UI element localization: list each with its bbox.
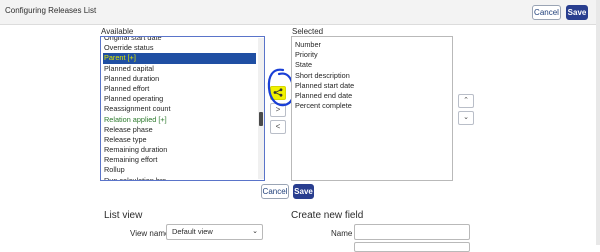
chevron-right-icon: > [275,105,281,114]
available-list-item[interactable]: Release phase [103,125,256,135]
chevron-down-icon: ⌄ [463,114,469,121]
move-up-button[interactable]: ⌃ [458,94,474,108]
available-scroll-thumb[interactable] [259,112,263,126]
page-header: Configuring Releases List Cancel Save [0,0,596,25]
selected-list-item[interactable]: Planned end date [294,91,447,101]
hierarchy-icon [273,88,283,97]
available-list-item[interactable]: Release type [103,135,256,145]
available-list-item[interactable]: Remaining effort [103,155,256,165]
available-list-item[interactable]: Override status [103,43,256,53]
selected-label: Selected [292,27,324,36]
available-list-item[interactable]: Reassignment count [103,104,256,114]
selected-list-item[interactable]: State [294,60,447,70]
save-button[interactable]: Save [293,184,314,199]
available-list-item[interactable]: Rollup [103,165,256,175]
selected-list-item[interactable]: Priority [294,50,447,60]
header-cancel-button[interactable]: Cancel [532,5,561,20]
type-input[interactable] [354,242,470,252]
selected-list-item[interactable]: Percent complete [294,101,447,111]
page-scrollbar[interactable] [596,0,600,245]
available-list[interactable]: Original start date Override status Parent… [100,36,265,181]
available-list-item[interactable]: Planned duration [103,74,256,84]
chevron-down-icon: ⌄ [252,228,258,235]
move-down-button[interactable]: ⌄ [458,111,474,125]
view-name-value: Default view [172,227,213,236]
available-list-item[interactable]: Remaining duration [103,145,256,155]
page-title: Configuring Releases List [5,6,97,15]
selected-list-item[interactable]: Short description [294,71,447,81]
available-list-item[interactable]: Run calculation brs [103,176,256,180]
name-input[interactable] [354,224,470,240]
available-list-item[interactable]: Planned operating [103,94,256,104]
add-button[interactable]: > [270,103,286,117]
selected-list-item[interactable]: Number [294,40,447,50]
name-label: Name [331,229,353,238]
view-name-select[interactable]: Default view ⌄ [166,224,263,240]
list-view-heading: List view [104,210,143,221]
chevron-up-icon: ⌃ [463,97,469,104]
selected-list[interactable]: Number Priority State Short description Plan… [291,36,453,181]
cancel-button[interactable]: Cancel [261,184,289,199]
available-list-item[interactable]: Parent [+] [103,53,256,64]
dot-walk-button[interactable] [270,86,286,100]
available-list-item[interactable]: Relation applied [+] [103,115,256,125]
selected-list-item[interactable]: Planned start date [294,81,447,91]
header-save-button[interactable]: Save [566,5,588,20]
available-scrollbar[interactable] [258,38,264,179]
available-list-item[interactable]: Planned effort [103,84,256,94]
create-field-heading: Create new field [291,210,364,221]
available-list-item[interactable]: Planned capital [103,64,256,74]
available-label: Available [101,27,134,36]
remove-button[interactable]: < [270,120,286,134]
available-list-item[interactable]: Original start date [103,37,256,43]
view-name-label: View name [130,229,170,238]
